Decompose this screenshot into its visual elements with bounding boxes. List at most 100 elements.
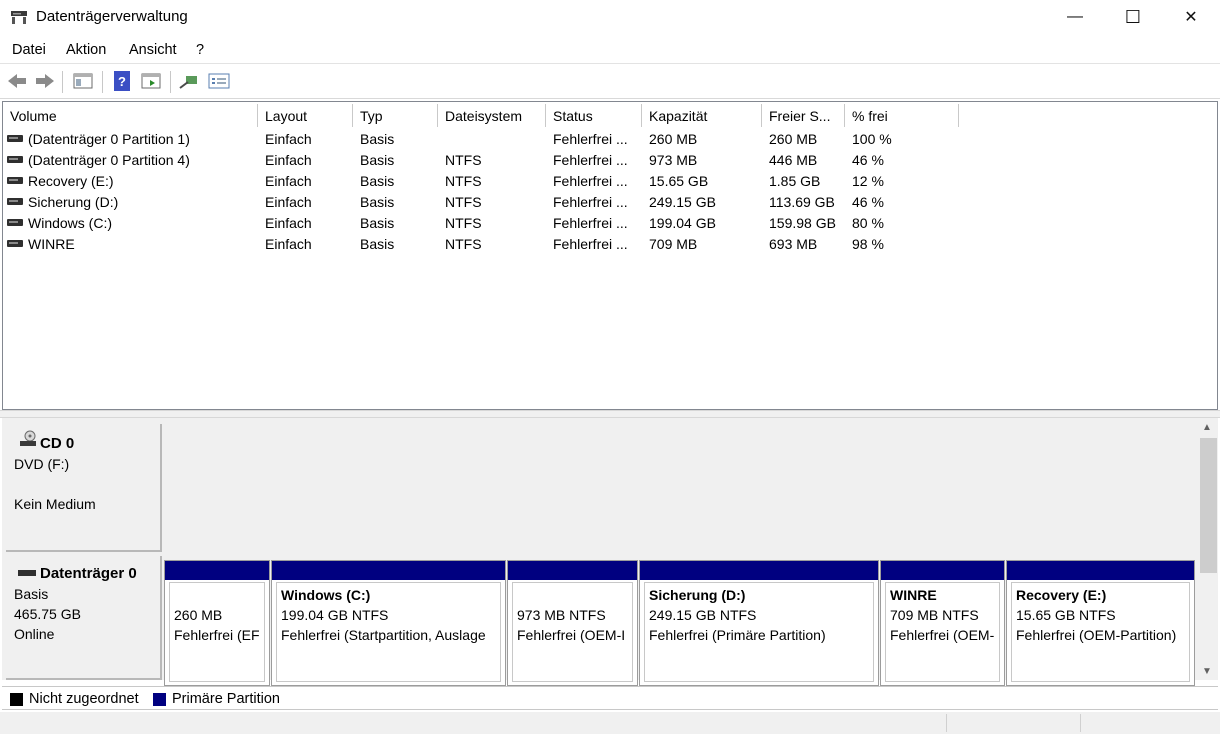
- cell-kapazitaet: 709 MB: [649, 236, 698, 252]
- cell-typ: Basis: [360, 236, 395, 252]
- cd0-media: Kein Medium: [14, 496, 96, 512]
- volume-icon: [7, 177, 23, 184]
- partition-title: Recovery (E:): [1016, 587, 1107, 603]
- status-separator: [1080, 714, 1081, 732]
- partition-winre[interactable]: WINRE 709 MB NTFS Fehlerfrei (OEM-: [880, 560, 1005, 686]
- cell-dateisystem: NTFS: [445, 152, 482, 168]
- partition-4[interactable]: 973 MB NTFS Fehlerfrei (OEM-I: [507, 560, 638, 686]
- column-header-status[interactable]: Status: [546, 104, 642, 127]
- toolbar-separator: [170, 71, 171, 93]
- pane-splitter[interactable]: [0, 410, 1220, 418]
- forward-arrow-icon[interactable]: [34, 70, 56, 92]
- cell-status: Fehlerfrei ...: [553, 236, 628, 252]
- table-row[interactable]: Recovery (E:) Einfach Basis NTFS Fehlerf…: [3, 171, 959, 192]
- cd0-area[interactable]: [164, 424, 1196, 552]
- cell-frei: 113.69 GB: [769, 194, 835, 210]
- primary-swatch: [153, 692, 166, 706]
- cell-frei: 446 MB: [769, 152, 818, 168]
- partition-size: 199.04 GB NTFS: [281, 607, 389, 623]
- column-header-typ[interactable]: Typ: [353, 104, 438, 127]
- partition-body: WINRE 709 MB NTFS Fehlerfrei (OEM-: [885, 582, 1000, 682]
- maximize-button[interactable]: ☐: [1104, 0, 1162, 34]
- partition-body: 973 MB NTFS Fehlerfrei (OEM-I: [512, 582, 633, 682]
- cell-dateisystem: NTFS: [445, 173, 482, 189]
- cell-volume: Recovery (E:): [28, 173, 114, 189]
- partition-status: Fehlerfrei (OEM-: [890, 627, 995, 643]
- table-row[interactable]: Windows (C:) Einfach Basis NTFS Fehlerfr…: [3, 213, 959, 234]
- cell-frei: 1.85 GB: [769, 173, 821, 189]
- partition-status: Fehlerfrei (Startpartition, Auslage: [281, 627, 486, 643]
- console-tree-icon[interactable]: [72, 70, 94, 92]
- cell-prozent: 12 %: [852, 173, 884, 189]
- legend-primary-label: Primäre Partition: [172, 691, 280, 707]
- partition-windows[interactable]: Windows (C:) 199.04 GB NTFS Fehlerfrei (…: [271, 560, 506, 686]
- column-header-kapazitaet[interactable]: Kapazität: [642, 104, 762, 127]
- column-header-prozent-frei[interactable]: % frei: [845, 104, 959, 127]
- menu-ansicht[interactable]: Ansicht: [129, 42, 177, 58]
- cell-prozent: 80 %: [852, 215, 884, 231]
- cell-status: Fehlerfrei ...: [553, 194, 628, 210]
- volume-icon: [7, 135, 23, 142]
- toolbar-separator: [62, 71, 63, 93]
- disk0-state: Online: [14, 626, 55, 642]
- partition-recovery[interactable]: Recovery (E:) 15.65 GB NTFS Fehlerfrei (…: [1006, 560, 1195, 686]
- svg-text:?: ?: [118, 74, 126, 89]
- menu-aktion[interactable]: Aktion: [66, 42, 106, 58]
- connect-icon[interactable]: [178, 70, 200, 92]
- partition-title: Sicherung (D:): [649, 587, 746, 603]
- disk0-label[interactable]: Datenträger 0 Basis 465.75 GB Online: [6, 556, 162, 680]
- cell-kapazitaet: 260 MB: [649, 131, 698, 147]
- cell-dateisystem: NTFS: [445, 236, 482, 252]
- cell-status: Fehlerfrei ...: [553, 215, 628, 231]
- cd-drive-icon: [20, 430, 36, 446]
- cell-dateisystem: NTFS: [445, 215, 482, 231]
- partition-body: Recovery (E:) 15.65 GB NTFS Fehlerfrei (…: [1011, 582, 1190, 682]
- partition-body: Sicherung (D:) 249.15 GB NTFS Fehlerfrei…: [644, 582, 874, 682]
- partition-status: Fehlerfrei (EF: [174, 627, 260, 643]
- column-header-volume[interactable]: Volume: [3, 104, 258, 127]
- scroll-down-icon[interactable]: ▼: [1202, 666, 1212, 677]
- status-separator: [946, 714, 947, 732]
- menu-help[interactable]: ?: [196, 42, 204, 58]
- cell-layout: Einfach: [265, 173, 312, 189]
- scrollbar-thumb[interactable]: [1200, 438, 1217, 573]
- list-header: Volume Layout Typ Dateisystem Status Kap…: [3, 104, 959, 127]
- partition-1[interactable]: 260 MB Fehlerfrei (EF: [164, 560, 270, 686]
- action-pane-icon[interactable]: [140, 70, 162, 92]
- cd0-label[interactable]: CD 0 DVD (F:) Kein Medium: [6, 424, 162, 552]
- minimize-button[interactable]: —: [1046, 0, 1104, 34]
- cell-volume: (Datenträger 0 Partition 1): [28, 131, 190, 147]
- partition-size: 973 MB NTFS: [517, 607, 606, 623]
- cell-volume: WINRE: [28, 236, 75, 252]
- column-header-layout[interactable]: Layout: [258, 104, 353, 127]
- column-header-dateisystem[interactable]: Dateisystem: [438, 104, 546, 127]
- window-title: Datenträgerverwaltung: [36, 8, 188, 25]
- column-header-freier-speicher[interactable]: Freier S...: [762, 104, 845, 127]
- table-row[interactable]: WINRE Einfach Basis NTFS Fehlerfrei ... …: [3, 234, 959, 255]
- table-row[interactable]: (Datenträger 0 Partition 1) Einfach Basi…: [3, 129, 959, 150]
- back-arrow-icon[interactable]: [6, 70, 28, 92]
- partition-body: Windows (C:) 199.04 GB NTFS Fehlerfrei (…: [276, 582, 501, 682]
- primary-partition-bar: [272, 561, 505, 580]
- vertical-scrollbar[interactable]: ▲ ▼: [1198, 418, 1218, 680]
- disk0-type: Basis: [14, 586, 49, 602]
- cell-layout: Einfach: [265, 131, 312, 147]
- primary-partition-bar: [508, 561, 637, 580]
- volume-list[interactable]: Volume Layout Typ Dateisystem Status Kap…: [2, 101, 1218, 410]
- cell-kapazitaet: 973 MB: [649, 152, 698, 168]
- partition-sicherung[interactable]: Sicherung (D:) 249.15 GB NTFS Fehlerfrei…: [639, 560, 879, 686]
- properties-icon[interactable]: [207, 70, 231, 92]
- close-button[interactable]: ✕: [1162, 0, 1220, 34]
- help-icon[interactable]: ?: [112, 70, 132, 92]
- volume-icon: [7, 198, 23, 205]
- menu-datei[interactable]: Datei: [12, 42, 46, 58]
- cell-layout: Einfach: [265, 194, 312, 210]
- table-row[interactable]: (Datenträger 0 Partition 4) Einfach Basi…: [3, 150, 959, 171]
- partition-size: 15.65 GB NTFS: [1016, 607, 1116, 623]
- table-row[interactable]: Sicherung (D:) Einfach Basis NTFS Fehler…: [3, 192, 959, 213]
- cd0-name: CD 0: [40, 435, 75, 452]
- disk-graphical-view[interactable]: CD 0 DVD (F:) Kein Medium Datenträger 0 …: [2, 418, 1218, 686]
- close-icon: ✕: [1184, 9, 1198, 26]
- toolbar-separator: [102, 71, 103, 93]
- scroll-up-icon[interactable]: ▲: [1202, 422, 1212, 433]
